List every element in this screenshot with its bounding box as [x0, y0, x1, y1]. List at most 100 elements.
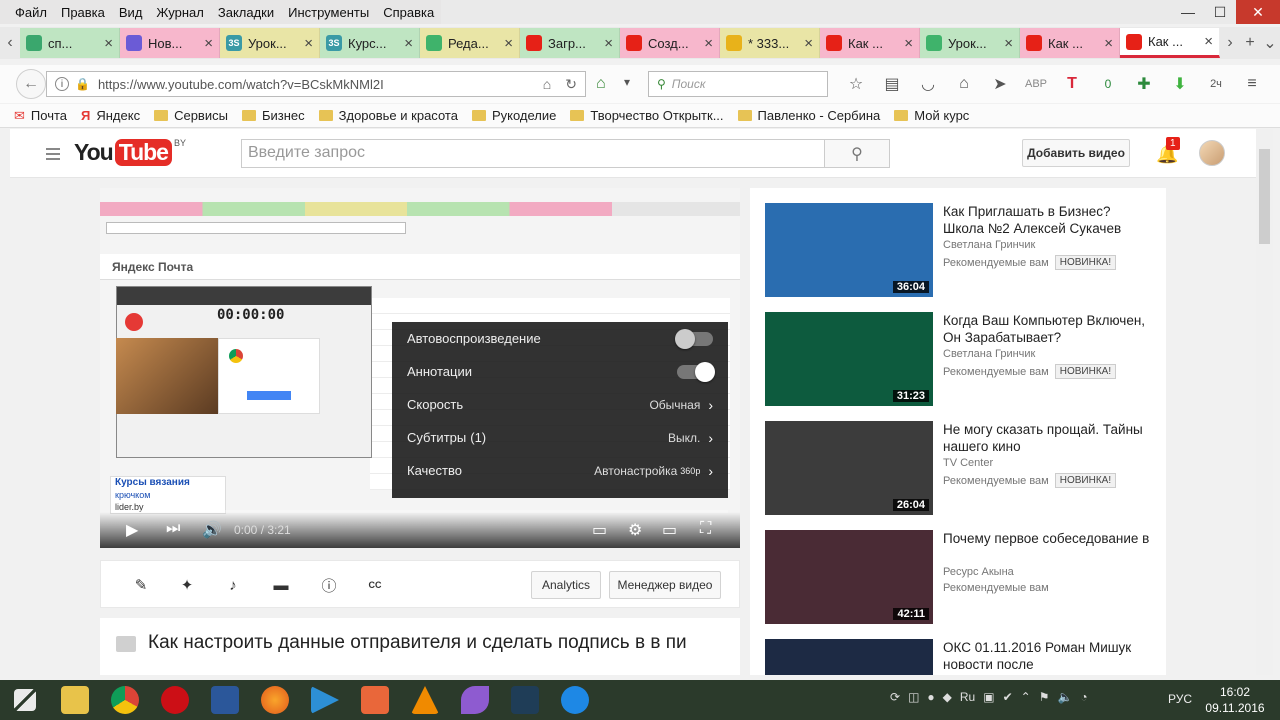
tab-close-icon[interactable]: ×	[504, 35, 513, 52]
tab-close-icon[interactable]: ×	[1204, 33, 1213, 50]
tab-close-icon[interactable]: ×	[704, 35, 713, 52]
video-thumbnail[interactable]	[765, 639, 933, 675]
recommended-video[interactable]: 42:11 Почему первое собеседование в Ресурс…	[765, 530, 1165, 626]
analytics-button[interactable]: Analytics	[531, 571, 601, 599]
feather-icon[interactable]	[450, 680, 500, 720]
settings-row[interactable]: Автовоспроизведение	[392, 322, 728, 355]
tabs-scroll-right-icon[interactable]: ›	[1220, 27, 1240, 59]
tray-expand-icon[interactable]: ⌃	[1021, 690, 1031, 704]
browser-tab[interactable]: 3S Курс... ×	[320, 28, 420, 58]
recommended-video[interactable]: ОКС 01.11.2016 Роман Мишук новости после	[765, 639, 1165, 675]
tray-shield-icon[interactable]: ◆	[943, 690, 952, 704]
video-title[interactable]: ОКС 01.11.2016 Роман Мишук новости после	[943, 639, 1153, 673]
play-icon[interactable]: ▶	[126, 520, 138, 540]
video-thumbnail[interactable]: 36:04	[765, 203, 933, 297]
tabs-list-icon[interactable]: ⌄	[1260, 27, 1280, 59]
video-title[interactable]: Как Приглашать в Бизнес? Школа №2 Алексе…	[943, 203, 1153, 237]
browser-tab[interactable]: Как ... ×	[1020, 28, 1120, 58]
home-icon[interactable]: ⌂	[596, 75, 606, 93]
tray-network-icon[interactable]: ◫	[908, 690, 919, 704]
progress-bar[interactable]	[112, 510, 728, 513]
word-icon[interactable]	[200, 680, 250, 720]
opera-icon[interactable]	[150, 680, 200, 720]
enhancements-icon[interactable]: ✦	[177, 575, 197, 595]
pocket-icon[interactable]: ◡	[910, 71, 946, 97]
bookmark-item[interactable]: Творчество Открытк...	[570, 108, 724, 123]
tray-ru-icon[interactable]: Ru	[960, 690, 975, 704]
start-icon[interactable]	[0, 680, 50, 720]
info-icon[interactable]: i	[55, 77, 69, 91]
captions-icon[interactable]: CC	[365, 575, 385, 595]
maximize-button[interactable]: ☐	[1204, 0, 1236, 24]
bookmark-item[interactable]: Здоровье и красота	[318, 108, 458, 123]
tray-wifi-icon[interactable]: ◔	[1080, 690, 1087, 704]
tab-close-icon[interactable]: ×	[904, 35, 913, 52]
video-thumbnail[interactable]: 31:23	[765, 312, 933, 406]
channel-name[interactable]: Ресурс Акына	[943, 566, 1014, 578]
channel-name[interactable]: Светлана Гринчик	[943, 239, 1035, 251]
page-scrollbar[interactable]	[1256, 129, 1273, 675]
minimize-button[interactable]: —	[1172, 0, 1204, 24]
recommended-video[interactable]: 26:04 Не могу сказать прощай. Тайны нашег…	[765, 421, 1165, 517]
bookmark-item[interactable]: Сервисы	[154, 108, 228, 123]
bookmark-star-icon[interactable]: ☆	[838, 71, 874, 97]
menu-item[interactable]: Файл	[8, 5, 54, 20]
clock[interactable]: 16:02 09.11.2016	[1200, 684, 1270, 716]
settings-toggle[interactable]	[675, 328, 713, 349]
youtube-logo[interactable]: You Tube BY	[74, 138, 186, 166]
close-button[interactable]: ✕	[1236, 0, 1280, 24]
sync-app-icon[interactable]	[500, 680, 550, 720]
guide-menu-icon[interactable]	[46, 148, 60, 163]
home-lock-icon[interactable]: ⌂	[543, 76, 551, 93]
bookmark-item[interactable]: Я Яндекс	[81, 108, 140, 123]
bookmark-item[interactable]: Бизнес	[241, 108, 305, 123]
volume-icon[interactable]: 🔊	[202, 520, 222, 540]
theater-mode-icon[interactable]: ▭	[662, 520, 677, 540]
browser-tab[interactable]: Созд... ×	[620, 28, 720, 58]
screenshot-icon[interactable]	[350, 680, 400, 720]
back-button[interactable]: ←	[16, 69, 46, 99]
chrome-icon[interactable]	[100, 680, 150, 720]
edit-icon[interactable]: ✎	[131, 575, 151, 595]
browser-tab[interactable]: Нов... ×	[120, 28, 220, 58]
avatar[interactable]	[1199, 140, 1225, 166]
settings-row[interactable]: Качество Автонастройка 360p ›	[392, 454, 728, 487]
recommended-video[interactable]: 31:23 Когда Ваш Компьютер Включен, Он Зар…	[765, 312, 1165, 408]
menu-item[interactable]: Вид	[112, 5, 150, 20]
home-button-icon[interactable]: ⌂	[946, 71, 982, 97]
tray-volume-icon[interactable]: 🔈	[1057, 690, 1072, 704]
player-icon[interactable]	[300, 680, 350, 720]
sync-icon[interactable]: 2ч	[1198, 71, 1234, 97]
adblock-icon[interactable]: ABP	[1018, 71, 1054, 97]
puzzle-icon[interactable]: ✚	[1126, 71, 1162, 97]
tray-app-icon[interactable]: ●	[927, 690, 934, 704]
menu-item[interactable]: Справка	[376, 5, 441, 20]
annotations-icon[interactable]: ▬	[271, 575, 291, 595]
video-title[interactable]: Не могу сказать прощай. Тайны нашего кин…	[943, 421, 1153, 455]
download-icon[interactable]: ⬇	[1162, 71, 1198, 97]
extension-counter-icon[interactable]: 0	[1090, 71, 1126, 97]
tabs-scroll-left-icon[interactable]: ‹	[0, 27, 20, 59]
tray-flag-icon[interactable]: ⚑	[1039, 690, 1050, 704]
tab-close-icon[interactable]: ×	[1004, 35, 1013, 52]
t-extension-icon[interactable]: T	[1054, 71, 1090, 97]
video-title[interactable]: Когда Ваш Компьютер Включен, Он Зарабаты…	[943, 312, 1153, 346]
youtube-search-input[interactable]: Введите запрос	[241, 139, 825, 168]
channel-name[interactable]: TV Center	[943, 457, 993, 469]
tab-close-icon[interactable]: ×	[604, 35, 613, 52]
menu-item[interactable]: Инструменты	[281, 5, 376, 20]
menu-item[interactable]: Журнал	[149, 5, 210, 20]
reload-icon[interactable]: ↻	[565, 76, 577, 93]
video-manager-button[interactable]: Менеджер видео	[609, 571, 721, 599]
language-indicator[interactable]: РУС	[1168, 692, 1192, 706]
browser-tab[interactable]: Как ... ×	[1120, 28, 1220, 58]
subtitles-icon[interactable]: ▭	[592, 520, 607, 540]
tab-close-icon[interactable]: ×	[304, 35, 313, 52]
tab-close-icon[interactable]: ×	[1104, 35, 1113, 52]
send-icon[interactable]: ➤	[982, 71, 1018, 97]
upload-button[interactable]: Добавить видео	[1022, 139, 1130, 167]
video-player[interactable]: Яндекс Почта 00:00:00 Курсы вязания крюч…	[100, 188, 740, 548]
firefox-icon[interactable]	[250, 680, 300, 720]
menu-item[interactable]: Закладки	[211, 5, 281, 20]
search-bar[interactable]: ⚲ Поиск	[648, 71, 828, 97]
